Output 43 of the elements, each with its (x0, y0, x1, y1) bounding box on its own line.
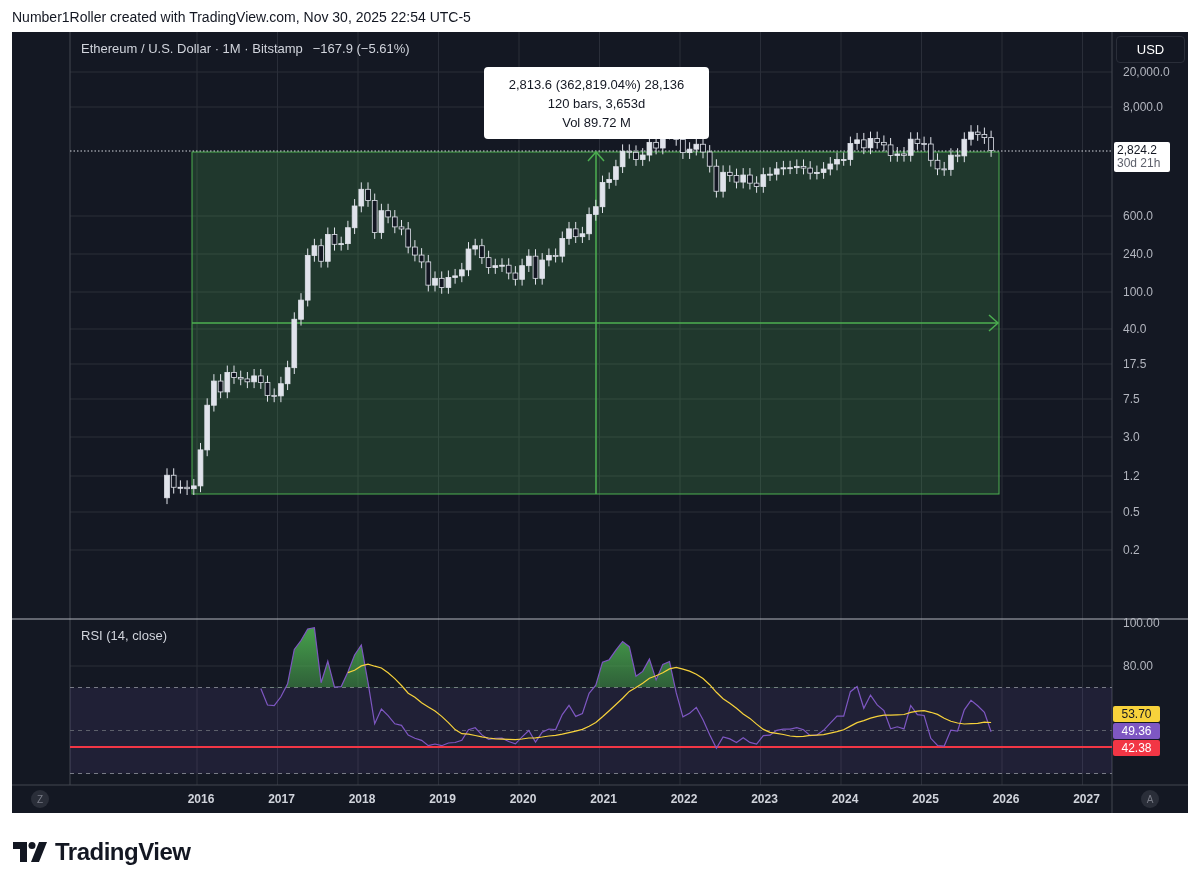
price-axis-label: 240.0 (1123, 246, 1154, 262)
price-axis-label: 100.0 (1123, 284, 1154, 300)
bar-countdown: 30d 21h (1117, 157, 1162, 170)
rsi-title: RSI (14, close) (81, 628, 167, 643)
year-label: 2025 (911, 792, 940, 806)
rsi-value-label: 42.38 (1113, 740, 1160, 756)
year-label: 2023 (750, 792, 779, 806)
rsi-value-label: 49.36 (1113, 723, 1160, 739)
year-label: 2020 (508, 792, 538, 806)
year-label: 2021 (589, 792, 618, 806)
logo-icon (13, 842, 49, 862)
timezone-button[interactable]: Z (31, 790, 49, 808)
measure-reading: 120 bars, 3,653d (547, 95, 646, 111)
price-axis-label: 17.5 (1123, 356, 1147, 372)
year-label: 2018 (347, 792, 377, 806)
price-axis-label: 40.0 (1123, 321, 1147, 337)
price-axis-label: 7.5 (1123, 391, 1140, 407)
price-axis-label: 8,000.0 (1123, 99, 1164, 115)
price-axis-label: 0.5 (1123, 504, 1140, 520)
price-axis-label: 3.0 (1123, 429, 1140, 445)
measure-reading: 2,813.6 (362,819.04%) 28,136 (508, 76, 685, 92)
year-label: 2026 (991, 792, 1021, 806)
year-label: 2022 (669, 792, 699, 806)
rsi-value-label: 53.70 (1113, 706, 1160, 722)
last-price: 2,824.2 (1117, 144, 1159, 157)
rsi-axis-label: 100.00 (1123, 615, 1160, 631)
measure-reading: Vol 89.72 M (562, 114, 631, 130)
year-label: 2019 (428, 792, 457, 806)
price-axis-label: 600.0 (1123, 208, 1154, 224)
price-axis-label: 0.2 (1123, 542, 1140, 558)
rsi-axis-label: 80.00 (1123, 658, 1154, 674)
year-label: 2016 (186, 792, 216, 806)
year-label: 2024 (830, 792, 860, 806)
symbol-title: Ethereum / U.S. Dollar · 1M · Bitstamp (81, 41, 303, 56)
price-change: −167.9 (−5.61%) (312, 41, 410, 56)
year-label: 2017 (267, 792, 296, 806)
currency-button[interactable]: USD (1116, 36, 1185, 63)
year-label: 2027 (1072, 792, 1101, 806)
price-axis-label: 1.2 (1123, 468, 1140, 484)
auto-scale-button[interactable]: A (1141, 790, 1159, 808)
price-axis-label: 20,000.0 (1123, 64, 1170, 80)
attribution-text: Number1Roller created with TradingView.com, Nov 30, 2025 22:54 UTC-5 (11, 8, 472, 27)
logo-text: TradingView (55, 838, 191, 866)
